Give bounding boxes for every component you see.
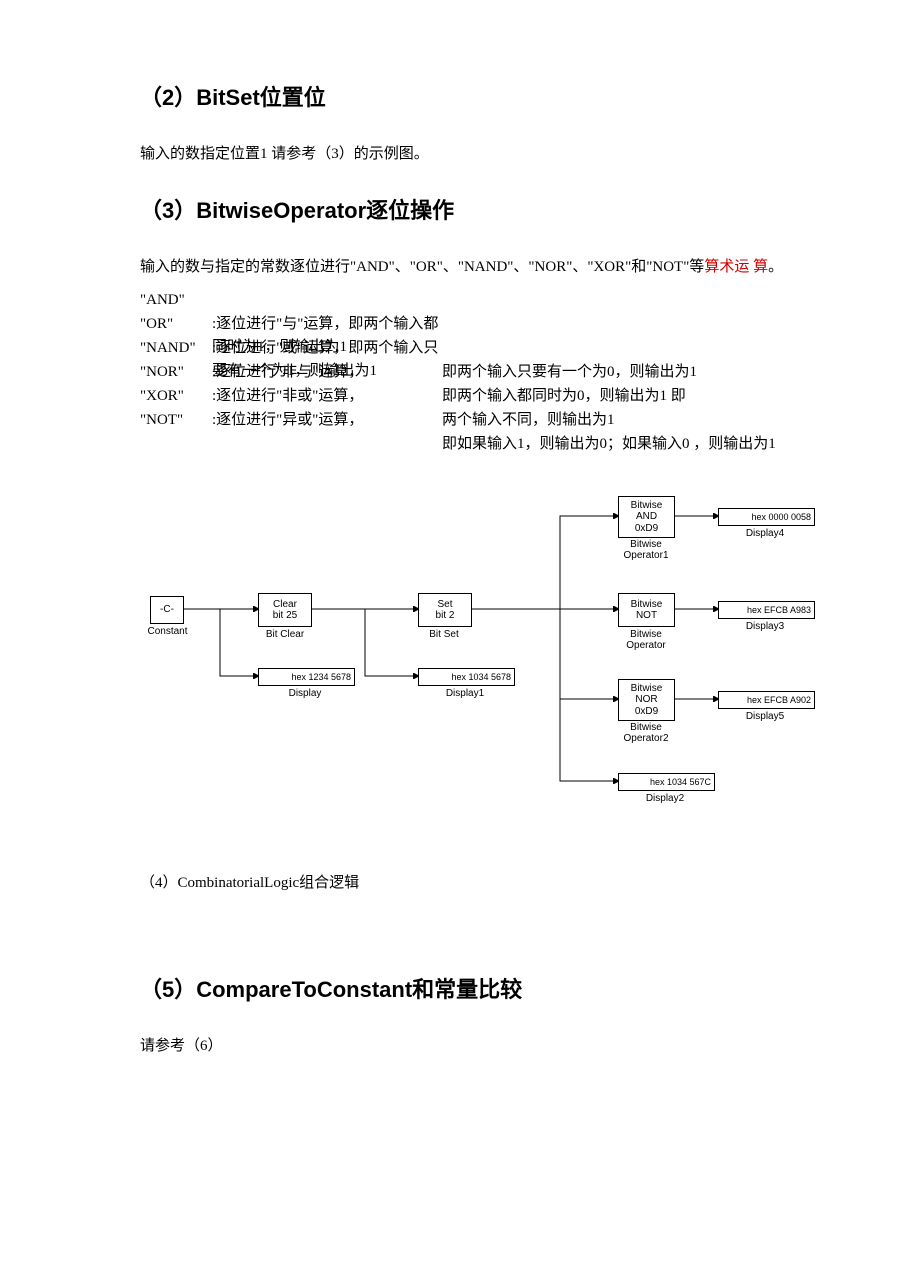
block-constant: -C- — [150, 596, 184, 624]
label-display5: Display5 — [735, 711, 795, 722]
block-display5: hex EFCB A902 — [718, 691, 815, 709]
op-mid-col: :逐位进行"与"运算，即两个输入都同时为1，则输出为1 :逐位进行"或"运算，即… — [212, 289, 442, 457]
op-name: "AND" — [140, 289, 212, 313]
label-bitwise-operator2: Bitwise Operator2 — [610, 722, 682, 744]
block-bitwise-and: Bitwise AND 0xD9 — [618, 496, 675, 538]
op-name: "NAND" — [140, 337, 212, 361]
label-bitwise-operator: Bitwise Operator — [610, 629, 682, 651]
block-bit-clear: Clear bit 25 — [258, 593, 312, 627]
block-display3: hex EFCB A983 — [718, 601, 815, 619]
simulink-diagram: -C- Constant Clear bit 25 Bit Clear hex … — [140, 481, 800, 821]
heading-5: （5）CompareToConstant和常量比较 — [140, 972, 790, 1004]
op-name: "NOT" — [140, 409, 212, 433]
op-name: "XOR" — [140, 385, 212, 409]
op-desc: 即两个输入只要有一个为0，则输出为1 — [442, 361, 790, 385]
op-right-col: 即两个输入只要有一个为0，则输出为1 即两个输入都同时为0，则输出为1 即 两个… — [442, 289, 790, 457]
label-display3: Display3 — [735, 621, 795, 632]
op-names-col: "AND" "OR" "NAND" "NOR" "XOR" "NOT" — [140, 289, 212, 457]
label-display1: Display1 — [435, 688, 495, 699]
op-desc: :逐位进行"或"运算，即两个输入只要有一个为1，则输出为1 — [212, 337, 442, 361]
paragraph-5: 请参考（6） — [140, 1032, 790, 1061]
label-bit-clear: Bit Clear — [255, 629, 315, 640]
label-display: Display — [275, 688, 335, 699]
block-bit-set: Set bit 2 — [418, 593, 472, 627]
block-display2: hex 1034 567C — [618, 773, 715, 791]
op-desc: 即如果输入1，则输出为0；如果输入0 ，则输出为1 — [442, 433, 790, 457]
op-desc: :逐位进行"异或"运算， — [212, 409, 442, 433]
block-bitwise-not: Bitwise NOT — [618, 593, 675, 627]
op-desc: :逐位进行"非与"运算， — [212, 361, 442, 385]
op-name: "NOR" — [140, 361, 212, 385]
label-bitwise-operator1: Bitwise Operator1 — [610, 539, 682, 561]
paragraph-2: 输入的数指定位置1 请参考（3）的示例图。 — [140, 140, 790, 169]
block-display: hex 1234 5678 — [258, 668, 355, 686]
label-display4: Display4 — [735, 528, 795, 539]
p3a-end: 。 — [768, 259, 783, 275]
block-display1: hex 1034 5678 — [418, 668, 515, 686]
diagram-wires — [140, 481, 800, 821]
op-desc: :逐位进行"与"运算，即两个输入都同时为1，则输出为1 — [212, 313, 442, 337]
label-constant: Constant — [140, 626, 195, 637]
op-desc: 两个输入不同，则输出为1 — [442, 409, 790, 433]
op-desc: 即两个输入都同时为0，则输出为1 即 — [442, 385, 790, 409]
heading-2: （2）BitSet位置位 — [140, 80, 790, 112]
block-bitwise-nor: Bitwise NOR 0xD9 — [618, 679, 675, 721]
op-desc: :逐位进行"非或"运算， — [212, 385, 442, 409]
block-display4: hex 0000 0058 — [718, 508, 815, 526]
label-bit-set: Bit Set — [418, 629, 470, 640]
label-display2: Display2 — [635, 793, 695, 804]
p3a-text: 输入的数与指定的常数逐位进行"AND"、"OR"、"NAND"、"NOR"、"X… — [140, 259, 704, 275]
heading-3: （3）BitwiseOperator逐位操作 — [140, 193, 790, 225]
heading-4: （4）CombinatorialLogic组合逻辑 — [140, 871, 790, 892]
p3a-red: 算术运 算 — [704, 259, 768, 275]
operator-definitions: "AND" "OR" "NAND" "NOR" "XOR" "NOT" :逐位进… — [140, 289, 790, 457]
paragraph-3: 输入的数与指定的常数逐位进行"AND"、"OR"、"NAND"、"NOR"、"X… — [140, 253, 790, 458]
op-name: "OR" — [140, 313, 212, 337]
